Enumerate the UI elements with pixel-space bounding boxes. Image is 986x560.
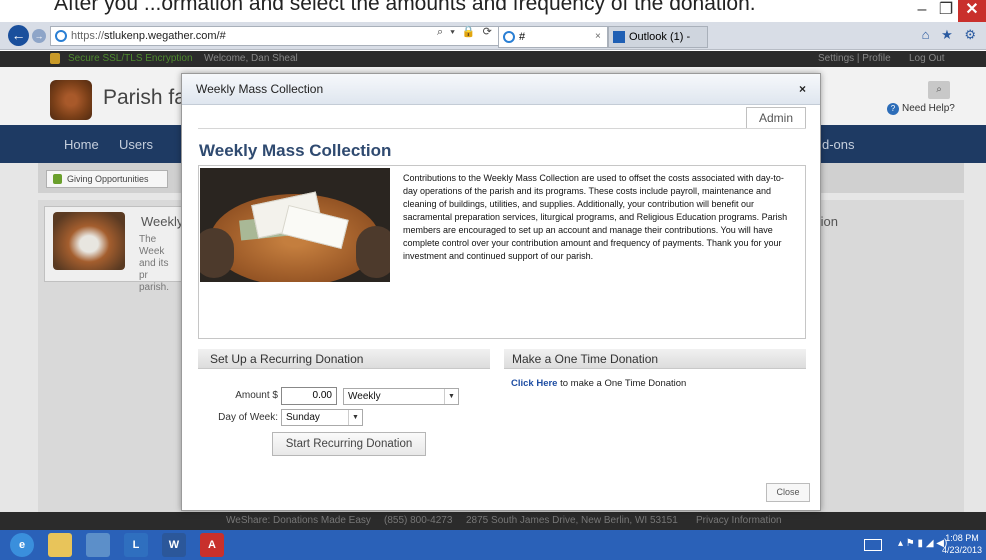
restore-button[interactable]: ❐ <box>934 0 958 22</box>
tab-outlook[interactable]: × Outlook (1) - dshe... <box>595 26 708 63</box>
control-panel-icon[interactable] <box>86 533 110 557</box>
outlook-icon <box>613 31 625 43</box>
nav-users[interactable]: Users <box>119 137 153 152</box>
fund-thumbnail <box>53 212 125 270</box>
giving-icon <box>53 174 62 184</box>
window-controls: – ❐ ✕ <box>910 0 986 22</box>
lync-icon[interactable]: L <box>124 533 148 557</box>
fund-card-desc: The Week and its pr parish. <box>139 234 170 293</box>
frequency-value: Weekly <box>348 391 381 402</box>
caption-text: After you ...ormation and select the amo… <box>54 0 756 15</box>
word-icon[interactable]: W <box>162 533 186 557</box>
ie-page-icon <box>55 30 67 42</box>
home-favorites-settings-icons[interactable]: ⌂ ★ ⚙ <box>922 27 980 43</box>
fund-card-title: Weekly <box>141 214 184 229</box>
onetime-donation-text: Click Here to make a One Time Donation <box>511 378 686 389</box>
chevron-down-icon: ▼ <box>348 410 362 425</box>
onetime-donation-suffix: to make a One Time Donation <box>557 378 687 389</box>
donation-modal: Weekly Mass Collection × Admin Weekly Ma… <box>181 73 821 511</box>
hand-shape <box>200 228 234 278</box>
keyboard-icon[interactable] <box>864 539 882 551</box>
onetime-section-heading: Make a One Time Donation <box>504 349 806 369</box>
minimize-button[interactable]: – <box>910 0 934 22</box>
nav-home[interactable]: Home <box>64 137 99 152</box>
welcome-text: Welcome, Dan Sheal <box>204 53 298 64</box>
taskbar-clock[interactable]: 1:08 PM 4/23/2013 <box>940 532 984 556</box>
site-top-strip: Secure SSL/TLS Encryption Welcome, Dan S… <box>0 51 986 67</box>
close-window-button[interactable]: ✕ <box>958 0 986 22</box>
recurring-section-heading: Set Up a Recurring Donation <box>198 349 490 369</box>
footer-phone: (855) 800-4273 <box>384 515 453 526</box>
tab-active[interactable]: # <box>498 26 608 48</box>
back-arrow-icon[interactable]: ← <box>8 25 29 46</box>
modal-title: Weekly Mass Collection <box>196 82 324 96</box>
click-here-link[interactable]: Click Here <box>511 378 557 389</box>
nav-addons[interactable]: d-ons <box>822 137 855 152</box>
footer-address: 2875 South James Drive, New Berlin, WI 5… <box>466 515 678 526</box>
acrobat-icon[interactable]: A <box>200 533 224 557</box>
clock-time: 1:08 PM <box>945 533 979 543</box>
amount-input[interactable]: 0.00 <box>281 387 337 405</box>
settings-profile-link[interactable]: Settings | Profile <box>818 51 891 67</box>
giving-opportunities-button[interactable]: Giving Opportunities <box>46 170 168 188</box>
chevron-down-icon: ▼ <box>444 389 458 404</box>
modal-title-bar: Weekly Mass Collection × <box>182 74 820 105</box>
admin-tab[interactable]: Admin <box>746 107 806 128</box>
secure-text: Secure SSL/TLS Encryption <box>68 53 193 64</box>
fund-description-box: Contributions to the Weekly Mass Collect… <box>198 165 806 339</box>
close-icon[interactable]: × <box>799 82 806 96</box>
clock-date: 4/23/2013 <box>941 545 983 555</box>
url-protocol: https:// <box>71 30 105 42</box>
file-explorer-icon[interactable] <box>48 533 72 557</box>
forward-arrow-icon[interactable]: → <box>32 29 46 43</box>
day-of-week-label: Day of Week: <box>218 412 278 423</box>
footer-tagline: WeShare: Donations Made Easy <box>226 515 371 526</box>
giving-label: Giving Opportunities <box>67 174 149 184</box>
url-host: stlukenp.wegather.com/# <box>104 30 226 42</box>
help-icon: ? <box>887 103 899 115</box>
day-of-week-value: Sunday <box>286 412 320 423</box>
tab-close-icon[interactable]: × <box>595 27 601 47</box>
tab-active-label: # <box>519 31 526 43</box>
logout-link[interactable]: Log Out <box>909 51 945 67</box>
need-help-label: Need Help? <box>902 103 955 114</box>
search-icon[interactable]: ⌕ <box>928 81 950 99</box>
fund-title: Weekly Mass Collection <box>199 141 392 160</box>
collection-plate-image <box>200 168 390 282</box>
browser-toolbar: ← → https://stlukenp.wegather.com/# ⌕ ▾ … <box>0 22 986 63</box>
ie-tab-icon <box>503 31 515 43</box>
close-button[interactable]: Close <box>766 483 810 502</box>
ie-icon[interactable]: e <box>10 533 34 557</box>
day-of-week-select[interactable]: Sunday ▼ <box>281 409 363 426</box>
hand-shape <box>356 226 390 278</box>
site-footer: WeShare: Donations Made Easy (855) 800-4… <box>0 512 986 530</box>
frequency-select[interactable]: Weekly ▼ <box>343 388 459 405</box>
lock-icon <box>50 53 60 64</box>
start-recurring-donation-button[interactable]: Start Recurring Donation <box>272 432 426 456</box>
amount-label: Amount $ <box>235 390 278 401</box>
caption-strip: After you ...ormation and select the amo… <box>0 0 986 22</box>
parish-logo <box>50 80 92 120</box>
admin-strip: Admin <box>198 107 806 129</box>
fund-description: Contributions to the Weekly Mass Collect… <box>403 173 788 261</box>
footer-privacy-link[interactable]: Privacy Information <box>696 512 782 530</box>
need-help-link[interactable]: ? Need Help? <box>887 103 955 115</box>
